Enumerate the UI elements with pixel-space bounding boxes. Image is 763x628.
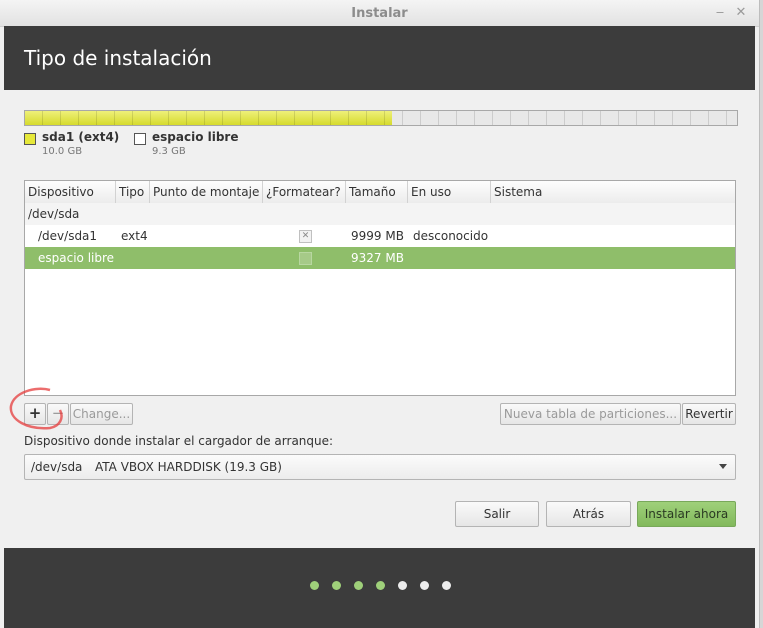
column-size[interactable]: Tamaño [346,181,408,203]
cell-device: /dev/sda [28,207,80,221]
quit-button[interactable]: Salir [455,501,539,527]
column-type[interactable]: Tipo [116,181,150,203]
column-used[interactable]: En uso [408,181,491,203]
bootloader-label: Dispositivo donde instalar el cargador d… [24,434,334,448]
window-title: Instalar [351,6,408,21]
progress-dot [310,581,319,590]
cell-size: 9999 MB [351,229,404,243]
page-header: Tipo de instalación [4,26,755,90]
installer-window: Instalar ‒ ✕ Tipo de instalación sda1 (e… [0,0,760,628]
disk-bar-ticks [25,111,737,125]
progress-dot [398,581,407,590]
format-checkbox[interactable] [299,252,312,265]
progress-dot [354,581,363,590]
page-title: Tipo de instalación [24,46,212,70]
progress-dot [442,581,451,590]
legend-name: espacio libre [152,130,239,144]
cell-size: 9327 MB [351,251,404,265]
progress-footer [4,548,755,628]
column-device[interactable]: Dispositivo [25,181,116,203]
column-system[interactable]: Sistema [491,181,735,203]
progress-dot [376,581,385,590]
install-now-button[interactable]: Instalar ahora [637,501,736,527]
bootloader-description: ATA VBOX HARDDISK (19.3 GB) [95,460,282,474]
new-partition-table-button[interactable]: Nueva tabla de particiones... [500,403,681,425]
legend-swatch-free [134,133,146,145]
bootloader-device: /dev/sda [31,460,83,474]
column-mount[interactable]: Punto de montaje [150,181,263,203]
main-content: sda1 (ext4) 10.0 GB espacio libre 9.3 GB… [4,90,755,548]
cell-type: ext4 [121,229,148,243]
title-bar: Instalar ‒ ✕ [0,0,759,27]
close-icon[interactable]: ✕ [733,5,749,21]
legend-swatch-sda1 [24,133,36,145]
cell-device: /dev/sda1 [38,229,98,243]
partition-table[interactable]: Dispositivo Tipo Punto de montaje ¿Forma… [24,180,736,396]
disk-usage-bar [24,110,738,126]
change-partition-button[interactable]: Change... [70,403,133,425]
legend-size: 10.0 GB [42,146,83,157]
bootloader-device-select[interactable]: /dev/sda ATA VBOX HARDDISK (19.3 GB) [24,454,736,480]
cell-device: espacio libre [38,251,115,265]
table-row[interactable]: espacio libre 9327 MB [25,247,735,269]
progress-dot [332,581,341,590]
column-format[interactable]: ¿Formatear? [263,181,346,203]
remove-partition-button[interactable]: − [47,403,69,425]
chevron-down-icon [719,464,727,469]
revert-button[interactable]: Revertir [682,403,736,425]
legend-size: 9.3 GB [152,146,186,157]
format-checkbox[interactable]: ✕ [299,230,312,243]
legend-name: sda1 (ext4) [42,130,120,144]
add-partition-button[interactable]: + [24,403,46,425]
table-header: Dispositivo Tipo Punto de montaje ¿Forma… [25,181,735,204]
back-button[interactable]: Atrás [546,501,631,527]
progress-dot [420,581,429,590]
table-row[interactable]: /dev/sda1 ext4 ✕ 9999 MB desconocido [25,225,735,247]
cell-used: desconocido [413,229,489,243]
table-row[interactable]: /dev/sda [25,203,735,225]
minimize-icon[interactable]: ‒ [712,5,728,21]
